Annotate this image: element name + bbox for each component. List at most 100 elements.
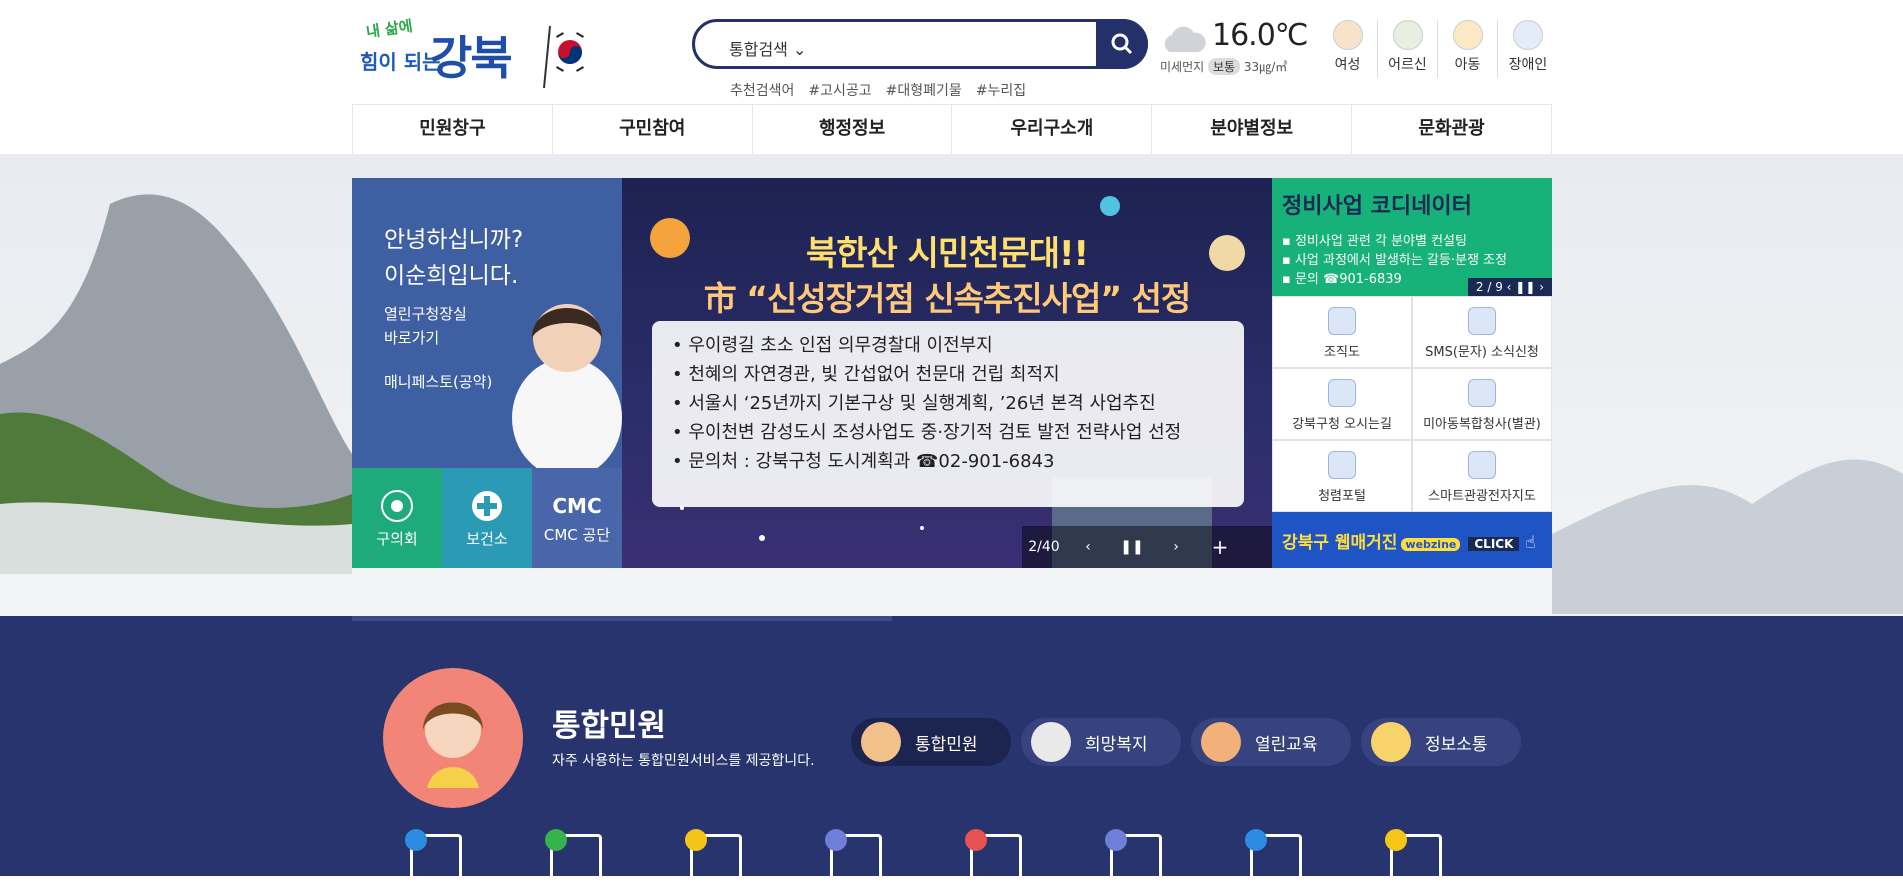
fine-dust: 미세먼지 보통 33㎍/㎥	[1160, 58, 1288, 75]
temperature: 16.0℃	[1212, 18, 1308, 53]
search-icon	[1111, 33, 1133, 55]
tab-welfare[interactable]: 희망복지	[1021, 718, 1181, 766]
banner-details: • 우이령길 초소 인접 의무경찰대 이전부지 • 천혜의 자연경관, 빛 간섭…	[652, 321, 1244, 507]
banner-counter: 2/40	[1028, 539, 1060, 555]
phone-icon	[1468, 307, 1496, 335]
logo-line1: 내 삶에	[365, 16, 414, 42]
recycle-icon[interactable]	[545, 829, 602, 886]
annex-link[interactable]: 미아동복합청사(별관)	[1412, 368, 1552, 440]
megaphone-icon[interactable]	[405, 829, 462, 886]
logo-line2: 힘이 되는	[360, 50, 441, 74]
nav-item[interactable]: 민원창구	[353, 105, 553, 154]
building-icon	[1328, 379, 1356, 407]
service-grid: 조직도 SMS(문자) 소식신청 강북구청 오시는길 미아동복합청사(별관) 청…	[1272, 296, 1552, 512]
banner-subtitle: 市 “신성장거점 신속추진사업” 선정	[703, 279, 1192, 318]
nav-item[interactable]: 구민참여	[553, 105, 753, 154]
civil-tabs: 통합민원 희망복지 열린교육 정보소통	[851, 718, 1521, 766]
main-nav: 민원창구 구민참여 행정정보 우리구소개 분야별정보 문화관광	[352, 104, 1552, 154]
weather-widget: 16.0℃ 미세먼지 보통 33㎍/㎥	[1158, 18, 1308, 80]
persona-children[interactable]: 아동	[1438, 20, 1498, 78]
cmc-logo: CMC	[552, 494, 602, 518]
health-cross-icon	[472, 491, 502, 521]
cloud-icon	[1164, 26, 1206, 52]
map-icon	[1468, 451, 1496, 479]
banner-title: 북한산 시민천문대!!	[805, 234, 1089, 274]
manifesto-link[interactable]: 매니페스토(공약)	[384, 370, 492, 394]
directions-link[interactable]: 강북구청 오시는길	[1272, 368, 1412, 440]
coordinator-banner[interactable]: 정비사업 코디네이터 ▪ 정비사업 관련 각 분야별 컨설팅 ▪ 사업 과정에서…	[1272, 178, 1552, 296]
child-avatar-icon	[1371, 722, 1411, 762]
senior-icon	[1392, 20, 1423, 50]
nav-item[interactable]: 우리구소개	[952, 105, 1153, 154]
council-link[interactable]: 구의회	[352, 468, 442, 568]
flower-icon	[381, 490, 413, 522]
persona-seniors[interactable]: 어르신	[1378, 20, 1438, 78]
hand-cursor-icon: ☝	[1525, 533, 1536, 553]
mayor-photo	[512, 304, 622, 468]
integrity-portal-link[interactable]: 청렴포털	[1272, 440, 1412, 512]
board-icon[interactable]	[1245, 829, 1302, 886]
nav-item[interactable]: 행정정보	[753, 105, 953, 154]
mountain-image	[0, 194, 352, 574]
search-scope-select[interactable]: 통합검색 ⌄	[729, 36, 806, 60]
org-chart-icon	[1328, 307, 1356, 335]
cmc-link[interactable]: CMC CMC 공단	[532, 468, 622, 568]
document-edit-icon[interactable]	[825, 829, 882, 886]
site-header: 내 삶에 힘이 되는 강북 통합검색 ⌄ 추천검색어 #고시공고 #대형폐기물 …	[0, 0, 1903, 154]
health-center-link[interactable]: 보건소	[442, 468, 532, 568]
persona-disabled[interactable]: 장애인	[1498, 20, 1558, 78]
search-box[interactable]: 통합검색 ⌄	[692, 19, 1148, 69]
tour-map-link[interactable]: 스마트관광전자지도	[1412, 440, 1552, 512]
coordinator-title: 정비사업 코디네이터	[1282, 194, 1472, 219]
mountain-right-image	[1552, 459, 1903, 614]
sms-link[interactable]: SMS(문자) 소식신청	[1412, 296, 1552, 368]
section-divider	[352, 616, 892, 621]
section-title: 통합민원	[552, 708, 667, 744]
tab-info[interactable]: 정보소통	[1361, 718, 1521, 766]
taegukgi-icon	[540, 24, 590, 89]
man-avatar-icon	[1201, 722, 1241, 762]
checklist-icon[interactable]	[965, 829, 1022, 886]
nav-item[interactable]: 문화관광	[1352, 105, 1552, 154]
mayor-office-link[interactable]: 열린구청장실 바로가기	[384, 302, 467, 350]
recommend-tag[interactable]: #대형폐기물	[886, 80, 962, 100]
wheelchair-icon	[1513, 20, 1543, 50]
mayor-panel: 안녕하십니까? 이순희입니다. 열린구청장실 바로가기 매니페스토(공약)	[352, 178, 622, 468]
recommend-label: 추천검색어	[730, 83, 795, 99]
persona-menu: 여성 어르신 아동 장애인	[1318, 20, 1558, 78]
logo-name: 강북	[430, 31, 513, 85]
dust-badge: 보통	[1208, 58, 1241, 75]
tools-icon[interactable]	[1385, 829, 1442, 886]
click-label: CLICK	[1468, 537, 1520, 551]
tab-civil[interactable]: 통합민원	[851, 718, 1011, 766]
quick-links: 구의회 보건소 CMC CMC 공단	[352, 468, 622, 568]
section-subtitle: 자주 사용하는 통합민원서비스를 제공합니다.	[552, 753, 815, 769]
persona-women[interactable]: 여성	[1318, 20, 1378, 78]
next-icon[interactable]: ›	[1154, 539, 1198, 555]
integrity-logo-icon	[1328, 451, 1356, 479]
news-icon[interactable]	[1105, 829, 1162, 886]
child-icon	[1452, 20, 1483, 50]
mayor-greeting: 안녕하십니까? 이순희입니다.	[384, 227, 524, 289]
pause-icon[interactable]: ❚❚	[1110, 539, 1154, 555]
woman-icon	[1332, 20, 1363, 50]
side-pager[interactable]: 2 / 9 ‹ ❚❚ ›	[1467, 278, 1552, 296]
tab-education[interactable]: 열린교육	[1191, 718, 1351, 766]
woman-avatar-icon	[861, 722, 901, 762]
search-button[interactable]	[1096, 19, 1148, 69]
service-icons	[405, 829, 1442, 886]
annex-icon	[1468, 379, 1496, 407]
civil-service-section: 통합민원 자주 사용하는 통합민원서비스를 제공합니다. 통합민원 희망복지 열…	[0, 616, 1903, 886]
webzine-banner[interactable]: 강북구 웹매거진 webzine CLICK ☝	[1272, 512, 1552, 568]
plus-icon[interactable]: +	[1198, 535, 1242, 559]
recommend-tag[interactable]: #누리집	[976, 80, 1026, 100]
prev-icon[interactable]: ‹	[1066, 539, 1110, 555]
recommended-keywords: 추천검색어 #고시공고 #대형폐기물 #누리집	[730, 80, 1026, 100]
nav-item[interactable]: 분야별정보	[1152, 105, 1353, 154]
agent-avatar	[383, 668, 523, 808]
recommend-tag[interactable]: #고시공고	[808, 80, 871, 100]
org-chart-link[interactable]: 조직도	[1272, 296, 1412, 368]
banner-controls: 2/40 ‹ ❚❚ › +	[1022, 526, 1272, 568]
building-icon[interactable]	[685, 829, 742, 886]
main-banner[interactable]: 북한산 시민천문대!! 市 “신성장거점 신속추진사업” 선정 • 우이령길 초…	[622, 178, 1272, 568]
